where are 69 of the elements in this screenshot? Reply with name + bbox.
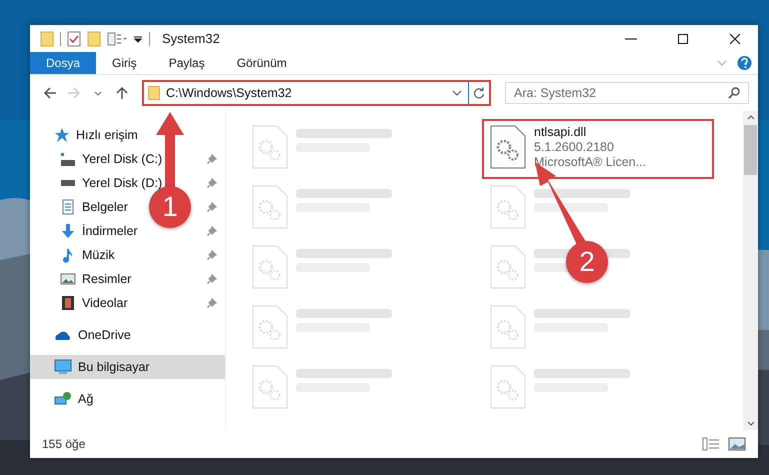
pin-icon[interactable] (207, 154, 217, 164)
file-item[interactable]: ntlsapi.dll 5.1.2600.2180 MicrosoftA® Licen... (484, 121, 712, 177)
network-icon (54, 391, 72, 407)
refresh-icon[interactable] (473, 87, 485, 99)
folder-icon (148, 86, 160, 100)
pin-icon[interactable] (207, 226, 217, 236)
file-icon (252, 185, 288, 229)
ribbon-tab[interactable]: Giriş (96, 52, 153, 74)
scroll-thumb[interactable] (744, 125, 757, 175)
file-icon (490, 245, 526, 289)
address-bar[interactable]: C:\Windows\System32 (142, 80, 491, 106)
down-arrow-icon (60, 223, 76, 239)
file-icon (252, 305, 288, 349)
address-text: C:\Windows\System32 (166, 86, 292, 100)
scrollbar[interactable] (743, 111, 758, 430)
file-detail: MicrosoftA® Licen... (534, 155, 646, 169)
file-detail: 5.1.2600.2180 (534, 140, 615, 154)
sidebar-item[interactable]: Yerel Disk (C:) (82, 152, 162, 166)
dropdown-icon[interactable] (133, 34, 143, 44)
document-icon (60, 199, 76, 215)
sidebar-item[interactable]: İndirmeler (82, 224, 138, 238)
details-view-icon[interactable] (702, 437, 720, 451)
search-icon[interactable] (728, 87, 740, 99)
ribbon-tab[interactable]: Dosya (30, 52, 96, 74)
back-arrow-icon[interactable] (43, 87, 57, 99)
sidebar-item[interactable]: Hızlı erişim (76, 128, 138, 142)
drive-icon (60, 180, 76, 186)
file-icon (252, 365, 288, 409)
drive-icon (60, 152, 76, 166)
up-arrow-icon[interactable] (116, 86, 128, 100)
pin-icon[interactable] (207, 202, 217, 212)
item-count: 155 öğe (42, 437, 86, 451)
file-name: ntlsapi.dll (534, 125, 588, 139)
sidebar-item[interactable]: Videolar (82, 296, 128, 310)
chevron-down-icon[interactable] (452, 90, 462, 96)
file-icon (490, 305, 526, 349)
sidebar-item[interactable]: Resimler (82, 272, 132, 286)
close-icon[interactable] (729, 32, 741, 44)
picture-icon (60, 271, 76, 287)
scroll-down-icon[interactable] (746, 421, 754, 426)
chevron-down-icon[interactable] (94, 90, 102, 96)
file-icon (490, 365, 526, 409)
checklist-icon[interactable] (67, 30, 81, 46)
sidebar-item[interactable]: Müzik (82, 248, 115, 262)
star-icon (54, 127, 70, 143)
properties-icon[interactable] (107, 32, 127, 46)
ribbon-tab[interactable]: Görünüm (220, 52, 303, 74)
large-icons-view-icon[interactable] (728, 437, 746, 451)
pin-icon[interactable] (207, 298, 217, 308)
file-icon (490, 185, 526, 229)
sidebar-item-selected[interactable]: Bu bilgisayar (30, 355, 225, 379)
file-icon (252, 245, 288, 289)
pin-icon[interactable] (207, 178, 217, 188)
search-field[interactable]: Ara: System32 (505, 82, 749, 104)
file-icon (252, 125, 288, 169)
pin-icon[interactable] (207, 250, 217, 260)
ribbon-tab[interactable]: Paylaş (152, 52, 221, 74)
gear-file-icon (490, 125, 526, 169)
sidebar-item[interactable]: Belgeler (82, 200, 128, 214)
sidebar-item[interactable]: OneDrive (78, 328, 131, 342)
sidebar-item[interactable]: Ağ (78, 392, 94, 406)
film-icon (60, 295, 76, 311)
monitor-icon (54, 359, 72, 375)
pin-icon[interactable] (207, 274, 217, 284)
maximize-icon[interactable] (677, 32, 689, 44)
minimize-icon[interactable] (625, 38, 637, 40)
window-title: System32 (162, 31, 220, 46)
scroll-up-icon[interactable] (746, 115, 754, 120)
sidebar-item[interactable]: Bu bilgisayar (78, 360, 150, 374)
